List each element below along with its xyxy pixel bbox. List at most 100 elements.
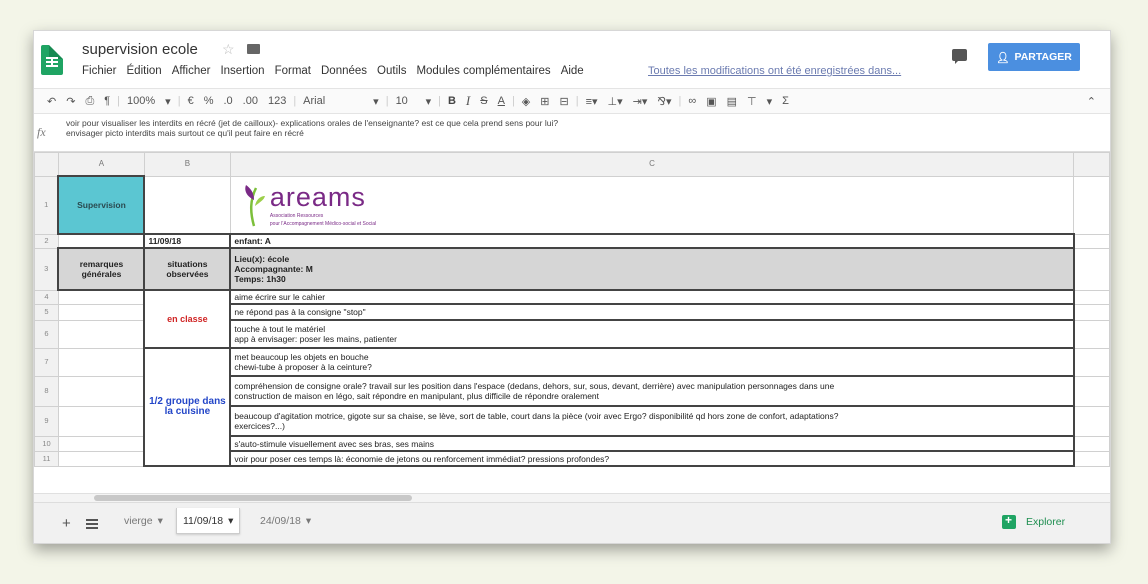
cell-d1[interactable]: [1073, 175, 1110, 235]
cell-b1[interactable]: [143, 175, 231, 235]
sheet-tab-11-09-18[interactable]: 11/09/18 ▾: [176, 508, 241, 534]
chevron-down-icon[interactable]: ▾: [160, 95, 176, 108]
cell-a5[interactable]: [57, 303, 145, 321]
number-format-select[interactable]: 123: [263, 95, 291, 107]
cell-b4-category-classroom[interactable]: en classe: [143, 289, 232, 349]
row-header[interactable]: 7: [34, 347, 59, 377]
document-title[interactable]: supervision ecole: [82, 41, 198, 58]
cell-a4[interactable]: [57, 289, 145, 305]
percent-format-button[interactable]: %: [199, 95, 219, 107]
cell-c1-logo[interactable]: areams Association Ressources pour l'Acc…: [229, 175, 1075, 235]
cell-d9[interactable]: [1073, 405, 1110, 437]
row-header[interactable]: 4: [34, 289, 59, 305]
row-header[interactable]: 3: [34, 247, 59, 291]
italic-button[interactable]: I: [461, 93, 475, 109]
redo-icon[interactable]: ↷: [61, 95, 80, 108]
undo-icon[interactable]: ↶: [42, 95, 61, 108]
chevron-down-icon[interactable]: ▾: [421, 95, 437, 108]
functions-button[interactable]: Σ: [777, 95, 794, 107]
bold-button[interactable]: B: [443, 95, 461, 107]
menu-fichier[interactable]: Fichier: [82, 65, 117, 77]
cell-c10[interactable]: s'auto-stimule visuellement avec ses bra…: [229, 435, 1075, 452]
chevron-down-icon[interactable]: ▾: [228, 515, 233, 527]
cell-a6[interactable]: [57, 319, 145, 349]
folder-icon[interactable]: [247, 44, 260, 54]
currency-format-button[interactable]: €: [183, 95, 199, 107]
cell-b7-category-kitchen[interactable]: 1/2 groupe dans la cuisine: [143, 347, 232, 467]
font-select[interactable]: Arial: [298, 95, 368, 107]
cell-d5[interactable]: [1073, 303, 1110, 321]
cell-b2-date[interactable]: 11/09/18: [143, 233, 232, 249]
chevron-down-icon[interactable]: ▾: [306, 515, 311, 527]
cell-c6[interactable]: touche à tout le matériel app à envisage…: [229, 319, 1075, 349]
menu-outils[interactable]: Outils: [377, 65, 406, 77]
formula-input[interactable]: voir pour visualiser les interdits en ré…: [66, 118, 558, 138]
cell-d2[interactable]: [1073, 233, 1110, 249]
chevron-down-icon[interactable]: ▾: [368, 95, 384, 108]
zoom-select[interactable]: 100%: [122, 95, 160, 107]
star-icon[interactable]: ☆: [222, 41, 235, 58]
cell-d7[interactable]: [1073, 347, 1110, 377]
row-header[interactable]: 2: [34, 233, 59, 249]
cell-d11[interactable]: [1073, 450, 1110, 467]
menu-format[interactable]: Format: [275, 65, 311, 77]
horizontal-align-icon[interactable]: ≡▾: [581, 95, 603, 108]
filter-icon[interactable]: ⊤: [742, 95, 762, 108]
cell-d8[interactable]: [1073, 375, 1110, 407]
cell-d3[interactable]: [1073, 247, 1110, 291]
row-header[interactable]: 9: [34, 405, 59, 437]
cell-a8[interactable]: [57, 375, 145, 407]
text-color-button[interactable]: A: [493, 95, 510, 107]
cell-a10[interactable]: [57, 435, 145, 452]
sheet-tab-24-09-18[interactable]: 24/09/18 ▾: [254, 508, 317, 534]
save-status-link[interactable]: Toutes les modifications ont été enregis…: [648, 65, 901, 77]
vertical-align-icon[interactable]: ⊥▾: [603, 95, 628, 108]
row-header[interactable]: 11: [34, 450, 59, 467]
strikethrough-button[interactable]: S: [475, 95, 492, 107]
share-button[interactable]: 👤︎ PARTAGER: [988, 43, 1080, 71]
row-header[interactable]: 6: [34, 319, 59, 349]
insert-comment-icon[interactable]: ▣: [701, 95, 721, 108]
text-rotation-icon[interactable]: ⅋▾: [652, 95, 676, 108]
menu-afficher[interactable]: Afficher: [172, 65, 211, 77]
cell-c4[interactable]: aime écrire sur le cahier: [229, 289, 1075, 305]
cell-a9[interactable]: [57, 405, 145, 437]
menu-edition[interactable]: Édition: [127, 65, 162, 77]
merge-cells-icon[interactable]: ⊟: [554, 95, 573, 108]
cell-d6[interactable]: [1073, 319, 1110, 349]
cell-c5[interactable]: ne répond pas à la consigne "stop": [229, 303, 1075, 321]
menu-insertion[interactable]: Insertion: [220, 65, 264, 77]
cell-c9[interactable]: beaucoup d'agitation motrice, gigote sur…: [229, 405, 1075, 437]
menu-aide[interactable]: Aide: [561, 65, 584, 77]
row-header[interactable]: 5: [34, 303, 59, 321]
insert-chart-icon[interactable]: ▤: [722, 95, 742, 108]
cell-c8[interactable]: compréhension de consigne orale? travail…: [229, 375, 1075, 407]
cell-c3-context[interactable]: Lieu(x): école Accompagnante: M Temps: 1…: [229, 247, 1075, 291]
cell-c11[interactable]: voir pour poser ces temps là: économie d…: [229, 450, 1075, 467]
column-header-empty[interactable]: [1073, 152, 1110, 177]
print-icon[interactable]: ⎙: [80, 95, 99, 108]
insert-link-icon[interactable]: ∞: [683, 95, 701, 107]
more-icon[interactable]: ▾: [762, 95, 778, 108]
chevron-down-icon[interactable]: ▾: [158, 515, 163, 527]
column-header-b[interactable]: B: [143, 152, 231, 177]
cell-a7[interactable]: [57, 347, 145, 377]
cell-a2[interactable]: [57, 233, 145, 249]
collapse-toolbar-icon[interactable]: ⌃: [1082, 95, 1110, 108]
row-header[interactable]: 10: [34, 435, 59, 452]
font-size-select[interactable]: 10: [391, 95, 421, 107]
cell-d4[interactable]: [1073, 289, 1110, 305]
horizontal-scrollbar[interactable]: [34, 493, 1110, 502]
cell-c2-child[interactable]: enfant: A: [229, 233, 1075, 249]
select-all-corner[interactable]: [34, 152, 59, 177]
text-wrap-icon[interactable]: ⇥▾: [628, 95, 653, 108]
row-header[interactable]: 1: [34, 175, 59, 235]
scrollbar-thumb[interactable]: [94, 495, 412, 501]
add-sheet-button[interactable]: +: [62, 515, 71, 532]
cell-d10[interactable]: [1073, 435, 1110, 452]
paint-format-icon[interactable]: ¶: [99, 95, 115, 107]
cell-a3-remarks-header[interactable]: remarques générales: [57, 247, 146, 291]
borders-icon[interactable]: ⊞: [535, 95, 554, 108]
explore-button[interactable]: Explorer: [1002, 509, 1065, 535]
sheet-grid[interactable]: A B C 1 Supervision areams Association R…: [34, 152, 1110, 492]
